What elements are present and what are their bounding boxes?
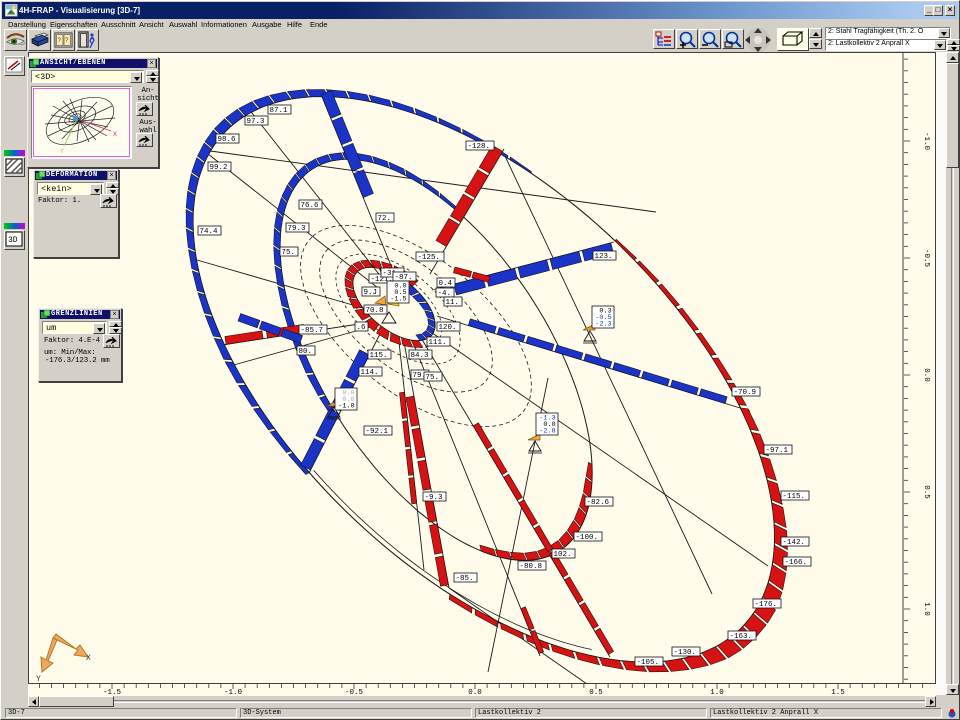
svg-text:-85.: -85. [456, 575, 474, 583]
svg-text:123.: 123. [595, 253, 613, 261]
svg-text:0.0: 0.0 [468, 689, 482, 696]
svg-text:-92.1: -92.1 [366, 428, 389, 436]
svg-text:72.: 72. [378, 215, 392, 223]
svg-text:-70.9: -70.9 [734, 389, 757, 397]
svg-text:-163.: -163. [730, 633, 753, 641]
svg-text:111.: 111. [429, 339, 447, 347]
svg-text:11.: 11. [446, 299, 460, 307]
svg-text:?: ? [58, 37, 62, 44]
svg-text:99.2: 99.2 [210, 164, 228, 172]
svg-text:-176.: -176. [755, 601, 778, 609]
svg-text:-1.0: -1.0 [224, 689, 243, 696]
svg-text:75.: 75. [426, 374, 440, 382]
svg-text:114.: 114. [361, 369, 379, 377]
svg-text:-2.8: -2.8 [539, 428, 555, 436]
svg-text:?: ? [65, 37, 69, 44]
svg-text:120.: 120. [439, 324, 457, 332]
svg-text:-82.6: -82.6 [587, 499, 610, 507]
svg-text:70.8: 70.8 [366, 307, 384, 315]
svg-text:-1.0: -1.0 [338, 403, 354, 411]
svg-text:97.3: 97.3 [247, 118, 266, 126]
svg-text:.6: .6 [357, 324, 367, 332]
svg-text:1.0: 1.0 [710, 689, 724, 696]
svg-text:-100.: -100. [576, 534, 599, 542]
svg-text:-85.7: -85.7 [301, 327, 324, 335]
svg-text:0.5: 0.5 [922, 485, 930, 499]
svg-text:9.J: 9.J [364, 289, 378, 297]
svg-text:76.6: 76.6 [301, 202, 320, 210]
svg-text:3D: 3D [8, 236, 18, 245]
svg-text:98.6: 98.6 [218, 136, 237, 144]
svg-text:0.0: 0.0 [922, 368, 930, 382]
svg-text:1.0: 1.0 [922, 602, 930, 616]
svg-text:0.4: 0.4 [439, 280, 453, 288]
svg-text:79.3: 79.3 [288, 225, 307, 233]
svg-text:102.: 102. [554, 551, 572, 559]
svg-text:-9.3: -9.3 [425, 494, 444, 502]
svg-text:-1.0: -1.0 [922, 132, 930, 151]
svg-text:-80.8: -80.8 [520, 563, 543, 571]
svg-text:75.: 75. [282, 249, 296, 257]
svg-text:0.5: 0.5 [589, 689, 603, 696]
svg-text:-1.5: -1.5 [390, 296, 406, 304]
svg-text:-105.: -105. [637, 659, 660, 667]
svg-text:-1.5: -1.5 [103, 689, 122, 696]
svg-text:-128.: -128. [468, 143, 491, 151]
svg-text:Y: Y [36, 675, 41, 684]
svg-text:-97.1: -97.1 [766, 447, 789, 455]
svg-text:-115.: -115. [783, 493, 806, 501]
svg-text:74.4: 74.4 [200, 228, 219, 236]
svg-text:-142.: -142. [783, 539, 806, 547]
svg-text:X: X [86, 654, 91, 663]
svg-text:X: X [113, 131, 117, 138]
svg-text:80.: 80. [299, 348, 313, 356]
svg-text:1.5: 1.5 [831, 689, 845, 696]
svg-text:-0.5: -0.5 [345, 689, 364, 696]
svg-text:-2.3: -2.3 [595, 321, 611, 329]
svg-text:-130.: -130. [674, 649, 697, 657]
svg-text:115.: 115. [370, 352, 388, 360]
svg-text:Y: Y [60, 148, 64, 155]
svg-text:-166.: -166. [785, 559, 808, 567]
svg-text:84.3: 84.3 [411, 352, 430, 360]
svg-text:-0.5: -0.5 [922, 249, 930, 268]
svg-text:87.1: 87.1 [270, 107, 289, 115]
svg-text:-125.: -125. [418, 254, 441, 262]
